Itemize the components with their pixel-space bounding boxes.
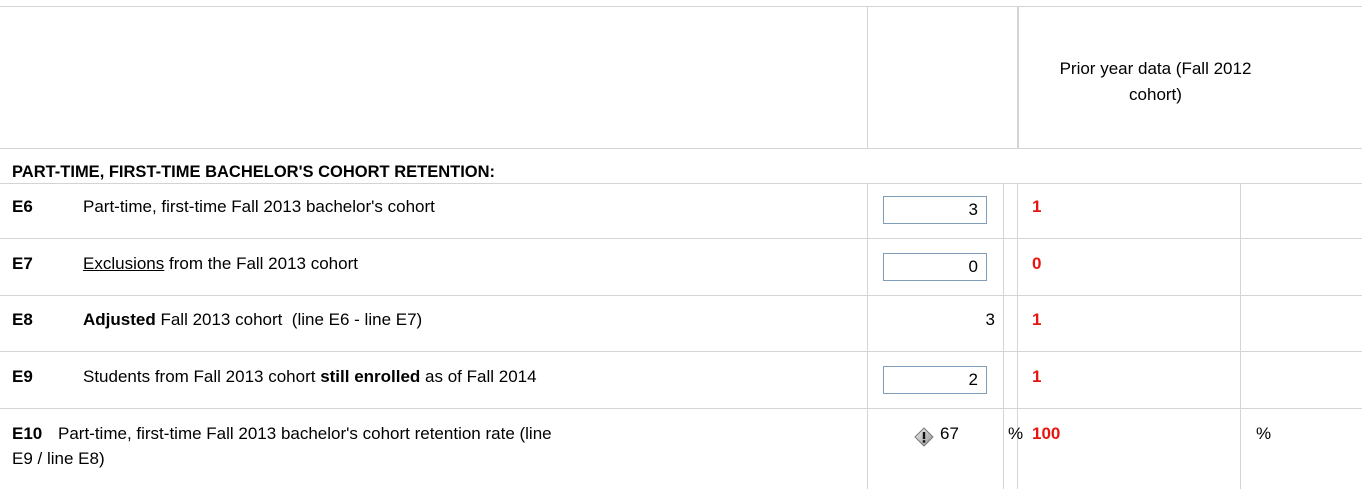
- prior-year-header: Prior year data (Fall 2012 cohort): [1059, 59, 1252, 104]
- row-label: Students from Fall 2013 cohort still enr…: [83, 367, 537, 387]
- row-border-e8: [0, 351, 1362, 352]
- row-border-e6: [0, 238, 1362, 239]
- header-col-divider-1: [867, 6, 868, 148]
- top-border: [0, 6, 1362, 7]
- col-divider-prior-unit: [1240, 183, 1241, 489]
- header-bottom-border: [0, 148, 1362, 149]
- exclusions-link[interactable]: Exclusions: [83, 254, 164, 273]
- prior-value: 1: [1032, 367, 1042, 386]
- row-label-bold: still enrolled: [320, 367, 421, 386]
- prior-value: 0: [1032, 254, 1042, 273]
- row-label: Exclusions from the Fall 2013 cohort: [83, 254, 358, 274]
- row-label: Part-time, first-time Fall 2013 bachelor…: [83, 197, 435, 216]
- row-label-pre: Students from Fall 2013 cohort: [83, 367, 321, 386]
- prior-value: 1: [1032, 310, 1042, 329]
- section-title: PART-TIME, FIRST-TIME BACHELOR'S COHORT …: [12, 163, 496, 181]
- header-col-divider-2: [1017, 6, 1019, 148]
- e7-input[interactable]: [883, 253, 987, 281]
- row-label-line1: Part-time, first-time Fall 2013 bachelor…: [58, 424, 552, 443]
- prior-value: 100: [1032, 424, 1061, 443]
- row-label-rest: from the Fall 2013 cohort: [164, 254, 358, 273]
- percent-unit: %: [1008, 424, 1024, 443]
- e9-input[interactable]: [883, 366, 987, 394]
- col-divider-input: [867, 183, 868, 489]
- row-code: E8: [12, 310, 33, 329]
- section-bottom-border: [0, 183, 1362, 184]
- col-divider-unit: [1003, 183, 1004, 489]
- row-code: E9: [12, 367, 33, 386]
- row-label-bold: Adjusted: [83, 310, 156, 329]
- row-border-e7: [0, 295, 1362, 296]
- row-label: Adjusted Fall 2013 cohort (line E6 - lin…: [83, 310, 422, 330]
- row-code: E10: [12, 424, 43, 443]
- retention-form: Prior year data (Fall 2012 cohort) PART-…: [0, 0, 1362, 489]
- prior-value: 1: [1032, 197, 1042, 216]
- row-label-post: as of Fall 2014: [420, 367, 537, 386]
- row-code: E6: [12, 197, 33, 216]
- retention-rate-value: 67: [940, 424, 959, 443]
- row-label-line2: E9 / line E8): [12, 449, 105, 468]
- e6-input[interactable]: [883, 196, 987, 224]
- row-label-rest: Fall 2013 cohort (line E6 - line E7): [155, 310, 423, 329]
- row-border-e9: [0, 408, 1362, 409]
- prior-percent-unit: %: [1256, 424, 1272, 443]
- warning-icon[interactable]: [914, 427, 934, 447]
- calculated-value: 3: [985, 310, 995, 329]
- row-code: E7: [12, 254, 33, 273]
